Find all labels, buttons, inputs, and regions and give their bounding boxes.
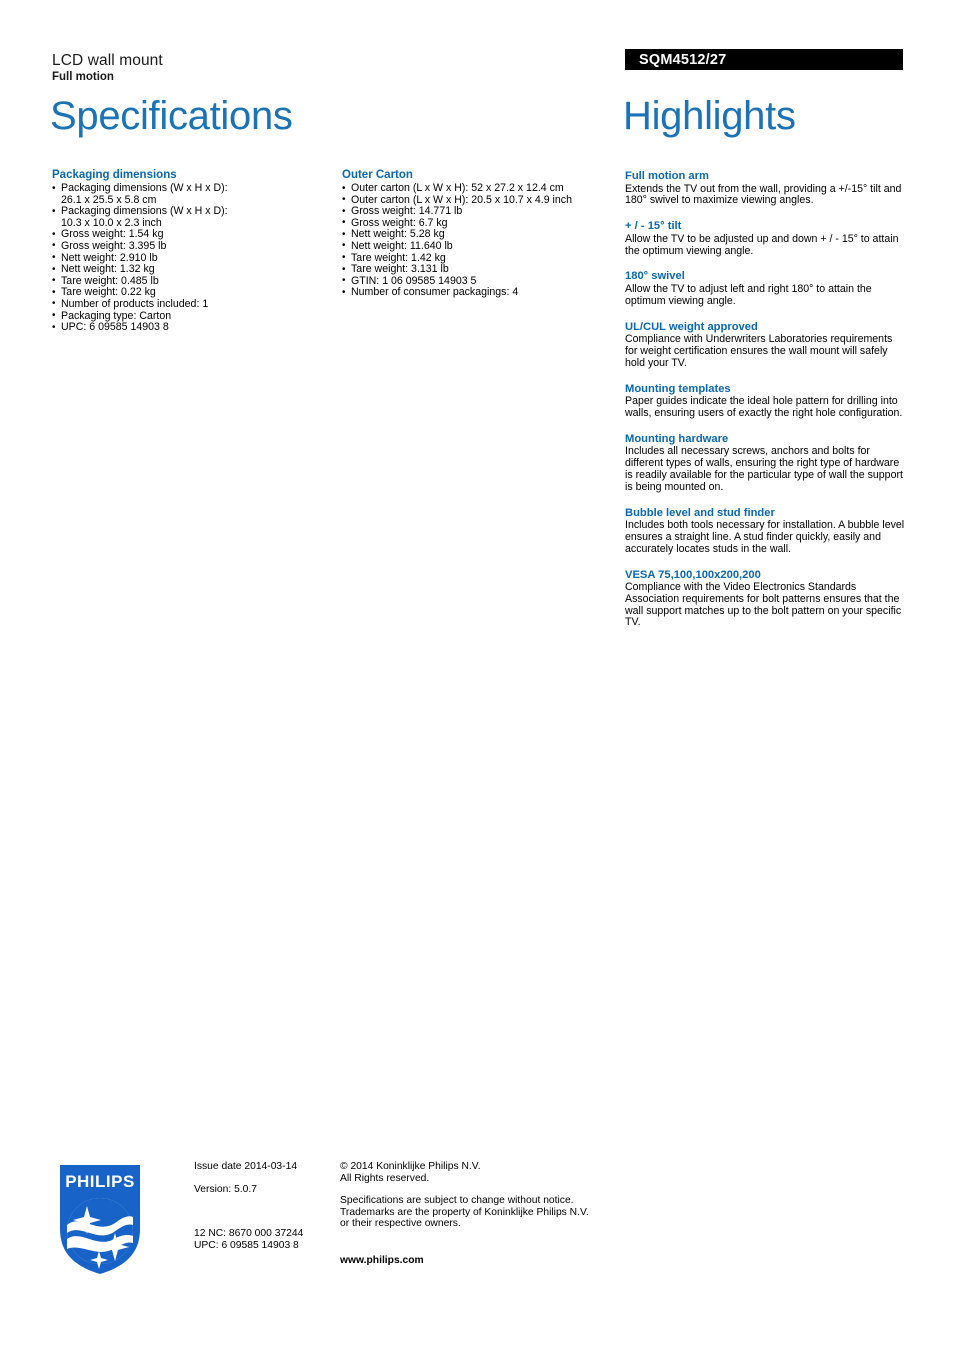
product-code: SQM4512/27: [639, 52, 727, 68]
footer-right-info: © 2014 Koninklijke Philips N.V. All Righ…: [340, 1161, 640, 1267]
issue-date: Issue date 2014-03-14: [194, 1161, 298, 1172]
spec-item-text: Packaging dimensions (W x H x D):: [61, 182, 228, 194]
highlight-title: Bubble level and stud finder: [625, 506, 775, 519]
spec-item-text: Tare weight: 1.42 kg: [351, 251, 446, 264]
highlight-body: Allow the TV to adjust left and right 18…: [625, 282, 872, 307]
philips-wordmark: PHILIPS: [65, 1172, 135, 1191]
codes-block: 12 NC: 8670 000 37244 UPC: 6 09585 14903…: [194, 1228, 334, 1251]
highlight-body: Includes all necessary screws, anchors a…: [625, 445, 903, 493]
highlight-body: Compliance with the Video Electronics St…: [625, 581, 902, 629]
highlight-title: Mounting hardware: [625, 432, 729, 445]
list-item: UPC: 6 09585 14903 8: [52, 321, 334, 334]
disclaimer-line-1: Specifications are subject to change wit…: [340, 1195, 574, 1207]
specifications-column-2: Outer Carton Outer carton (L x W x H): 5…: [342, 168, 624, 301]
disclaimer-block: Specifications are subject to change wit…: [340, 1195, 640, 1230]
spec-item-text: Gross weight: 1.54 kg: [61, 228, 164, 241]
spec-item-text: GTIN: 1 06 09585 14903 5: [351, 274, 477, 287]
spec-list: Outer carton (L x W x H): 52 x 27.2 x 12…: [342, 182, 624, 299]
highlight-title: Mounting templates: [625, 382, 731, 395]
highlight-item: VESA 75,100,100x200,200 Compliance with …: [625, 569, 905, 630]
spec-item-text: Packaging dimensions (W x H x D):: [61, 205, 228, 218]
spec-item-text: UPC: 6 09585 14903 8: [61, 321, 169, 334]
spec-item-text: Gross weight: 3.395 lb: [61, 239, 167, 252]
product-subtitle: Full motion: [52, 71, 114, 83]
highlight-item: 180° swivel Allow the TV to adjust left …: [625, 270, 905, 307]
spec-sheet-page: LCD wall mount Full motion SQM4512/27 Sp…: [0, 0, 954, 1350]
highlight-item: + / - 15° tilt Allow the TV to be adjust…: [625, 220, 905, 257]
disclaimer-line-2: Trademarks are the property of Koninklij…: [340, 1206, 589, 1218]
list-item: Packaging dimensions (W x H x D): 26.1 x…: [52, 182, 334, 206]
copyright-block: © 2014 Koninklijke Philips N.V. All Righ…: [340, 1161, 640, 1184]
highlight-title: 180° swivel: [625, 270, 685, 283]
highlight-body: Paper guides indicate the ideal hole pat…: [625, 395, 903, 419]
issue-date-block: Issue date 2014-03-14: [194, 1161, 334, 1173]
spec-item-text: Tare weight: 0.22 kg: [61, 286, 156, 299]
highlight-item: Bubble level and stud finder Includes bo…: [625, 507, 905, 556]
spec-item-text: Tare weight: 3.131 lb: [351, 263, 449, 276]
list-item: Number of consumer packagings: 4: [342, 287, 624, 299]
spec-item-text: Gross weight: 14.771 lb: [351, 205, 463, 218]
version-block: Version: 5.0.7: [194, 1184, 334, 1196]
spec-group-title: Outer Carton: [342, 169, 413, 181]
spec-item-text: Tare weight: 0.485 lb: [61, 274, 159, 287]
spec-item-text: Gross weight: 6.7 kg: [351, 216, 448, 229]
disclaimer-line-3: or their respective owners.: [340, 1218, 461, 1230]
highlight-title: VESA 75,100,100x200,200: [625, 568, 761, 581]
version: Version: 5.0.7: [194, 1183, 257, 1195]
spec-item-text: Packaging type: Carton: [61, 309, 172, 322]
philips-shield-icon: PHILIPS: [60, 1165, 140, 1274]
highlight-body: Includes both tools necessary for instal…: [625, 519, 905, 555]
spec-item-text: Number of consumer packagings: 4: [351, 286, 519, 299]
philips-logo: PHILIPS: [57, 1163, 143, 1276]
highlight-title: + / - 15° tilt: [625, 220, 682, 233]
spec-item-text: Number of products included: 1: [61, 297, 209, 310]
spec-item-text: Outer carton (L x W x H): 52 x 27.2 x 12…: [351, 182, 564, 194]
highlight-item: Mounting templates Paper guides indicate…: [625, 383, 905, 420]
spec-group-packaging-dimensions: Packaging dimensions Packaging dimension…: [52, 168, 334, 334]
highlight-body: Extends the TV out from the wall, provid…: [625, 182, 902, 207]
spec-group-title: Packaging dimensions: [52, 169, 177, 181]
product-code-bar: SQM4512/27: [625, 49, 903, 70]
footer-left-info: Issue date 2014-03-14 Version: 5.0.7 12 …: [194, 1161, 334, 1251]
highlight-title: Full motion arm: [625, 170, 709, 182]
spec-item-text: Nett weight: 1.32 kg: [61, 263, 155, 276]
copyright-line-1: © 2014 Koninklijke Philips N.V.: [340, 1161, 481, 1172]
page-title-highlights: Highlights: [623, 94, 796, 138]
spec-group-outer-carton: Outer Carton Outer carton (L x W x H): 5…: [342, 168, 624, 299]
spec-item-text: Nett weight: 2.910 lb: [61, 251, 158, 264]
nc-code: 12 NC: 8670 000 37244: [194, 1228, 304, 1240]
highlight-item: Mounting hardware Includes all necessary…: [625, 433, 905, 494]
highlight-title: UL/CUL weight approved: [625, 320, 758, 333]
highlight-body: Allow the TV to be adjusted up and down …: [625, 232, 899, 257]
highlight-body: Compliance with Underwriters Laboratorie…: [625, 333, 893, 369]
page-title-specifications: Specifications: [50, 94, 293, 138]
spec-item-text: Nett weight: 5.28 kg: [351, 228, 445, 241]
product-category: LCD wall mount: [52, 52, 163, 69]
highlight-item: Full motion arm Extends the TV out from …: [625, 170, 905, 207]
spec-item-text: Outer carton (L x W x H): 20.5 x 10.7 x …: [351, 193, 572, 206]
spec-list: Packaging dimensions (W x H x D): 26.1 x…: [52, 182, 334, 334]
highlights-column: Full motion arm Extends the TV out from …: [625, 170, 905, 642]
specifications-column-1: Packaging dimensions Packaging dimension…: [52, 168, 334, 336]
website-link[interactable]: www.philips.com: [340, 1255, 424, 1266]
spec-item-text: Nett weight: 11.640 lb: [351, 239, 453, 252]
highlight-item: UL/CUL weight approved Compliance with U…: [625, 321, 905, 370]
upc-code: UPC: 6 09585 14903 8: [194, 1239, 299, 1251]
list-item: Packaging dimensions (W x H x D): 10.3 x…: [52, 205, 334, 229]
copyright-line-2: All Rights reserved.: [340, 1172, 430, 1184]
